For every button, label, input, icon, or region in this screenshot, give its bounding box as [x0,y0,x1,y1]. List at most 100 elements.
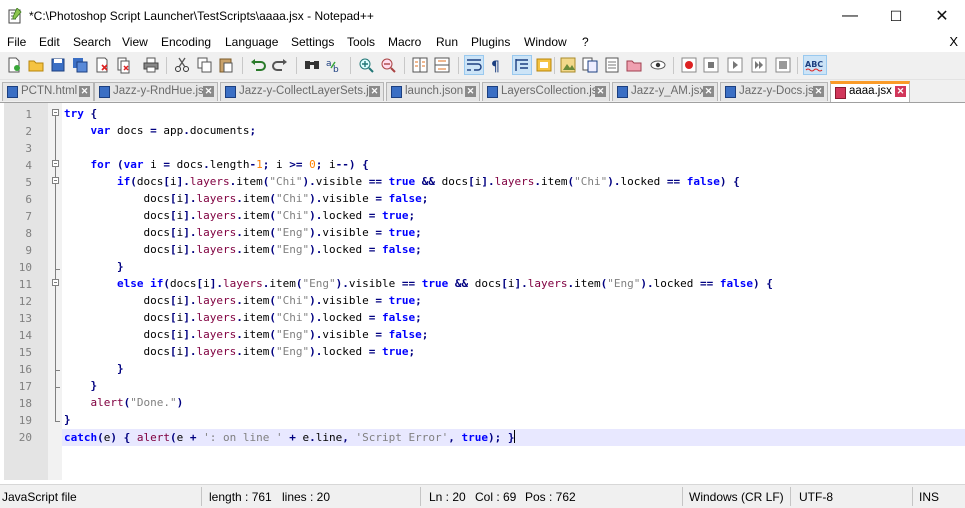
fold-toggle[interactable] [52,109,59,116]
menu-tools[interactable]: Tools [347,35,375,49]
save-macro-icon[interactable] [774,56,792,74]
code-line[interactable]: docs[i].layers.item("Eng").visible = fal… [62,327,965,344]
line-number: 6 [25,193,32,206]
save-icon[interactable] [49,56,67,74]
print-icon[interactable] [142,56,160,74]
spell-check-icon[interactable]: ABC [803,55,827,75]
play-macro-icon[interactable] [726,56,744,74]
cut-icon[interactable] [173,56,191,74]
code-line[interactable]: docs[i].layers.item("Chi").visible = fal… [62,191,965,208]
sync-vertical-icon[interactable] [411,56,429,74]
code-line[interactable]: } [62,378,965,395]
stop-record-icon[interactable] [702,56,720,74]
code-editor[interactable]: 1 try {2 var docs = app.documents; 3 4 for … [4,103,965,480]
tab-pctn-html[interactable]: PCTN.html ✕ [2,82,94,101]
file-icon [617,86,628,98]
menu-help[interactable]: ? [582,35,589,49]
tab-jazz-y-rndhue[interactable]: Jazz-y-RndHue.jsx ✕ [94,82,218,101]
word-wrap-icon[interactable] [464,55,484,75]
menu-language[interactable]: Language [225,35,278,49]
menu-plugins[interactable]: Plugins [471,35,510,49]
tab-close-icon[interactable]: ✕ [203,86,214,97]
code-line[interactable]: } [62,259,965,276]
copy-icon[interactable] [195,56,213,74]
tab-jazz-y-docs[interactable]: Jazz-y-Docs.jsx ✕ [720,82,828,101]
find-icon[interactable] [303,56,321,74]
tab-label: Jazz-y_AM.jsx [631,85,706,97]
tab-close-icon[interactable]: ✕ [465,86,476,97]
maximize-button[interactable]: ☐ [873,0,919,32]
code-line[interactable]: if(docs[i].layers.item("Chi").visible ==… [62,174,965,191]
close-all-icon[interactable] [115,56,133,74]
zoom-in-icon[interactable] [357,56,375,74]
open-file-icon[interactable] [27,56,45,74]
code-line[interactable]: docs[i].layers.item("Chi").visible = tru… [62,293,965,310]
menu-search[interactable]: Search [73,35,111,49]
tab-layerscollection[interactable]: LayersCollection.jsx ✕ [482,82,610,101]
tab-close-icon[interactable]: ✕ [595,86,606,97]
code-line[interactable]: docs[i].layers.item("Eng").locked = fals… [62,242,965,259]
redo-icon[interactable] [271,56,289,74]
close-window-button[interactable]: ✕ [919,0,965,32]
code-text: if(docs[i].layers.item("Chi").visible ==… [116,175,740,188]
monitoring-icon[interactable] [649,56,667,74]
udl-icon[interactable] [535,56,553,74]
indent-guide-icon[interactable] [512,55,532,75]
tab-close-icon[interactable]: ✕ [79,86,90,97]
tab-close-icon[interactable]: ✕ [703,86,714,97]
code-text: alert("Done.") [90,396,184,409]
menu-file[interactable]: File [7,35,26,49]
new-file-icon[interactable] [5,56,23,74]
menu-edit[interactable]: Edit [39,35,60,49]
tab-jazz-y-collectlayersets[interactable]: Jazz-y-CollectLayerSets.jsx ✕ [220,82,384,101]
tab-launch-json[interactable]: launch.json ✕ [386,82,480,101]
tab-close-icon[interactable]: ✕ [813,86,824,97]
record-macro-icon[interactable] [680,56,698,74]
code-line[interactable]: docs[i].layers.item("Eng").locked = true… [62,344,965,361]
function-list-icon[interactable] [581,56,599,74]
play-multiple-icon[interactable] [750,56,768,74]
menu-view[interactable]: View [122,35,148,49]
show-all-characters-icon[interactable]: ¶ [487,56,505,74]
fold-toggle[interactable] [52,279,59,286]
tab-jazz-y-am[interactable]: Jazz-y_AM.jsx ✕ [612,82,718,101]
minimize-button[interactable]: — [827,0,873,32]
menu-settings[interactable]: Settings [291,35,334,49]
code-line[interactable]: } [62,412,965,429]
code-line[interactable]: for (var i = docs.length-1; i >= 0; i--)… [62,157,965,174]
sync-horizontal-icon[interactable] [433,56,451,74]
document-map-icon[interactable] [559,56,577,74]
doc-list-icon[interactable] [603,56,621,74]
undo-icon[interactable] [249,56,267,74]
menu-run[interactable]: Run [436,35,458,49]
code-line[interactable]: var docs = app.documents; [62,123,965,140]
tab-close-icon[interactable]: ✕ [369,86,380,97]
close-file-icon[interactable] [93,56,111,74]
code-line[interactable]: alert("Done.") [62,395,965,412]
status-file-type: JavaScript file [2,490,77,504]
code-line[interactable]: docs[i].layers.item("Chi").locked = fals… [62,310,965,327]
zoom-out-icon[interactable] [379,56,397,74]
save-all-icon[interactable] [71,56,89,74]
tab-close-icon[interactable]: ✕ [895,86,906,97]
line-number: 14 [18,329,32,342]
tab-aaaa-jsx[interactable]: aaaa.jsx ✕ [830,81,910,102]
folder-workspace-icon[interactable] [625,56,643,74]
fold-toggle[interactable] [52,177,59,184]
paste-icon[interactable] [217,56,235,74]
code-text: docs[i].layers.item("Eng").locked = fals… [64,243,422,256]
fold-toggle[interactable] [52,160,59,167]
code-line[interactable]: docs[i].layers.item("Eng").visible = tru… [62,225,965,242]
code-line[interactable]: } [62,361,965,378]
close-document-button[interactable]: X [949,34,958,49]
replace-icon[interactable]: ab [325,56,343,74]
code-line[interactable]: else if(docs[i].layers.item("Eng").visib… [62,276,965,293]
menu-window[interactable]: Window [524,35,567,49]
menu-macro[interactable]: Macro [388,35,421,49]
code-line[interactable] [62,140,965,157]
code-line[interactable]: docs[i].layers.item("Chi").locked = true… [62,208,965,225]
code-line[interactable]: try { [62,106,965,123]
code-line[interactable]: catch(e) { alert(e + ': on line ' + e.li… [62,429,965,446]
menu-encoding[interactable]: Encoding [161,35,211,49]
tab-label: Jazz-y-CollectLayerSets.jsx [239,85,381,97]
